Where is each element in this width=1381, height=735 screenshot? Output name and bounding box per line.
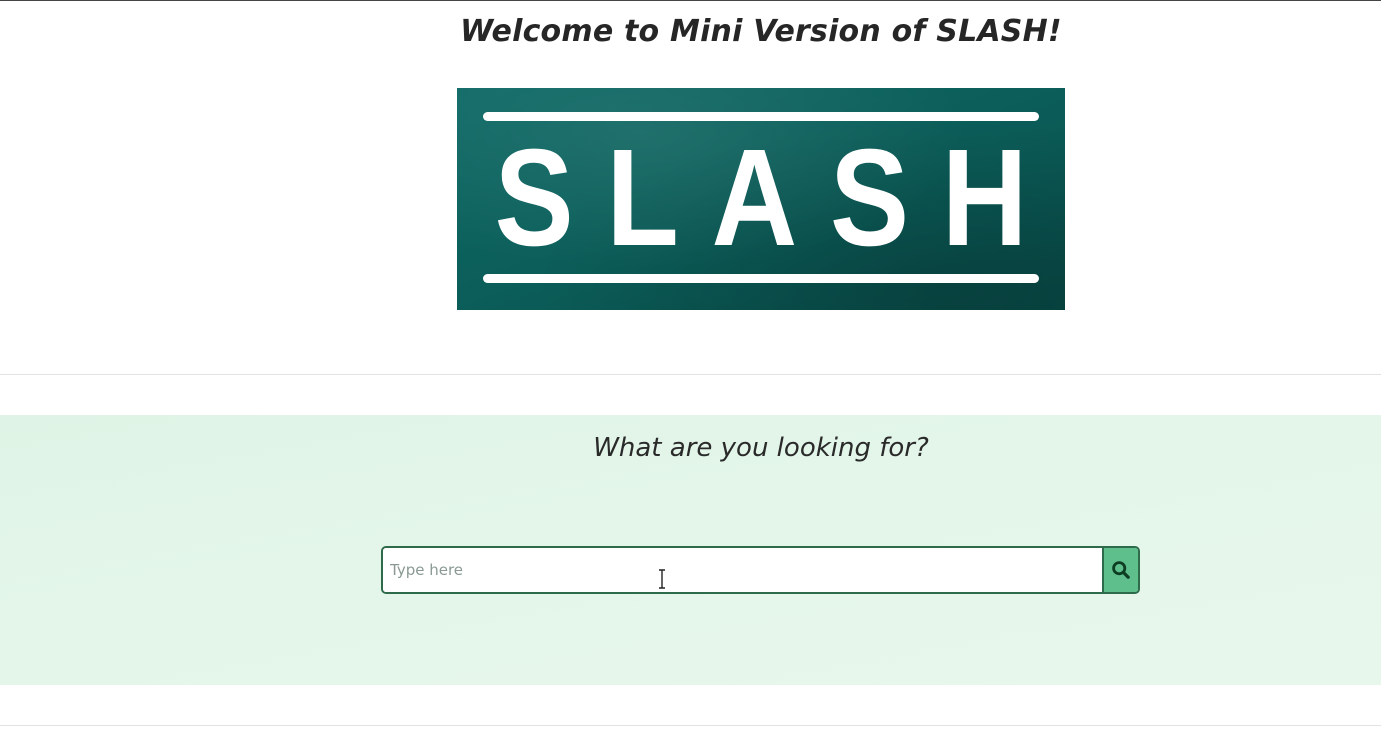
logo-top-bar (483, 112, 1039, 121)
section-divider (0, 374, 1381, 375)
page-title: Welcome to Mini Version of SLASH! (460, 14, 1062, 49)
logo-bottom-bar (483, 274, 1039, 283)
search-input[interactable] (383, 548, 1102, 592)
search-icon (1112, 561, 1130, 579)
search-bar (381, 546, 1140, 594)
text-cursor-icon (659, 569, 665, 589)
top-border (0, 0, 1381, 1)
slash-logo: SLASH (457, 88, 1065, 310)
search-button[interactable] (1102, 548, 1138, 592)
search-section: What are you looking for? (0, 415, 1381, 685)
search-heading: What are you looking for? (593, 433, 929, 463)
logo-text: SLASH (494, 121, 1061, 275)
footer-divider (0, 725, 1381, 726)
